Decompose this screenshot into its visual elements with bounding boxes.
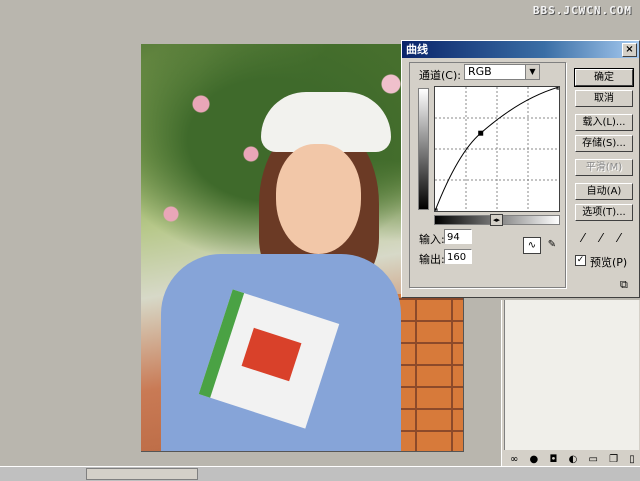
photo-face	[276, 144, 361, 254]
site-watermark: BBS.JCWCN.COM	[532, 4, 632, 17]
layers-palette: ∞ ● ◘ ◐ ▭ ❐ ▯	[501, 300, 640, 466]
smooth-button: 平滑(M)	[575, 159, 633, 176]
output-gradient-bar	[418, 88, 429, 210]
folder-icon[interactable]: ▭	[588, 454, 601, 465]
photo-hat	[261, 92, 391, 152]
preview-checkbox[interactable]: ✓	[575, 255, 586, 266]
load-button[interactable]: 载入(L)...	[575, 114, 633, 131]
mask-icon[interactable]: ◘	[549, 454, 561, 465]
preview-label: 预览(P)	[590, 256, 628, 269]
output-label: 输出:	[419, 253, 445, 266]
trash-icon[interactable]: ▯	[629, 454, 639, 465]
cancel-button[interactable]: 取消	[575, 90, 633, 107]
channel-label: 通道(C):	[419, 69, 461, 82]
dialog-titlebar[interactable]: 曲线 ×	[402, 41, 639, 58]
output-field[interactable]: 160	[444, 249, 472, 264]
channel-select-value: RGB	[468, 65, 492, 78]
layer-style-icon[interactable]: ●	[530, 454, 543, 465]
save-button[interactable]: 存储(S)...	[575, 135, 633, 152]
layers-toolbar: ∞ ● ◘ ◐ ▭ ❐ ▯	[510, 454, 639, 465]
input-label: 输入:	[419, 233, 445, 246]
black-eyedropper-icon[interactable]: ⁄	[582, 231, 596, 247]
pencil-tool-icon[interactable]: ✎	[543, 237, 561, 254]
curve-control-point[interactable]	[478, 130, 484, 136]
link-icon[interactable]: ∞	[510, 454, 522, 465]
taskbar-item[interactable]	[86, 468, 198, 480]
adjustment-icon[interactable]: ◐	[569, 454, 582, 465]
auto-button[interactable]: 自动(A)	[575, 183, 633, 200]
chevron-down-icon[interactable]: ▼	[525, 65, 539, 79]
curve-tool-icon[interactable]: ∿	[523, 237, 541, 254]
expand-icon[interactable]: ⧉	[620, 278, 628, 292]
curves-dialog: 曲线 × 通道(C): RGB ▼ ◂▸ 输入: 94 输出: 160 ∿ ✎ …	[401, 40, 640, 298]
channel-select[interactable]: RGB ▼	[464, 64, 540, 80]
curve-grid	[435, 87, 559, 211]
white-eyedropper-icon[interactable]: ⁄	[618, 231, 632, 247]
new-layer-icon[interactable]: ❐	[609, 454, 622, 465]
close-button[interactable]: ×	[622, 43, 637, 57]
dialog-title: 曲线	[406, 43, 428, 56]
layers-list[interactable]	[504, 300, 639, 450]
options-button[interactable]: 选项(T)...	[575, 204, 633, 221]
gray-eyedropper-icon[interactable]: ⁄	[600, 231, 614, 247]
input-field[interactable]: 94	[444, 229, 472, 244]
curve-graph[interactable]	[434, 86, 560, 212]
gradient-toggle-icon[interactable]: ◂▸	[490, 214, 503, 226]
taskbar	[0, 466, 640, 481]
ok-button[interactable]: 确定	[574, 68, 634, 87]
